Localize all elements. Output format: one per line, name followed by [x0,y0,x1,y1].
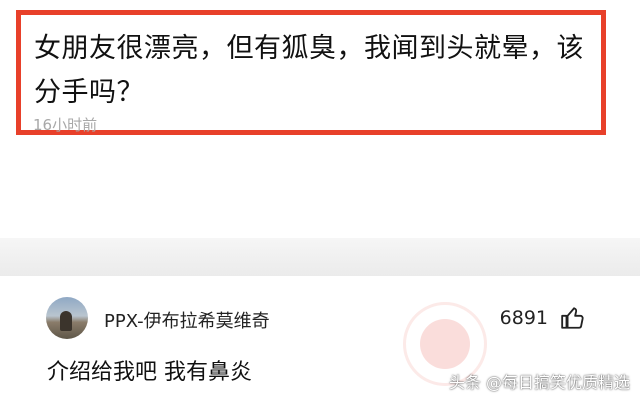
watermark: 头条 @每日搞笑优质精选 [448,373,630,392]
thumbs-up-icon[interactable] [560,305,586,331]
highlighted-post: 女朋友很漂亮，但有狐臭，我闻到头就晕，该分手吗？ 16小时前 [16,10,606,135]
avatar[interactable] [46,297,88,339]
like-count: 6891 [499,307,548,329]
post-title: 女朋友很漂亮，但有狐臭，我闻到头就晕，该分手吗？ [34,33,584,108]
post-timestamp: 16小时前 [33,116,98,134]
section-divider [0,238,640,276]
comment-text: 介绍给我吧 我有鼻炎 [47,360,252,385]
comment-username[interactable]: PPX-伊布拉希莫维奇 [104,307,270,333]
